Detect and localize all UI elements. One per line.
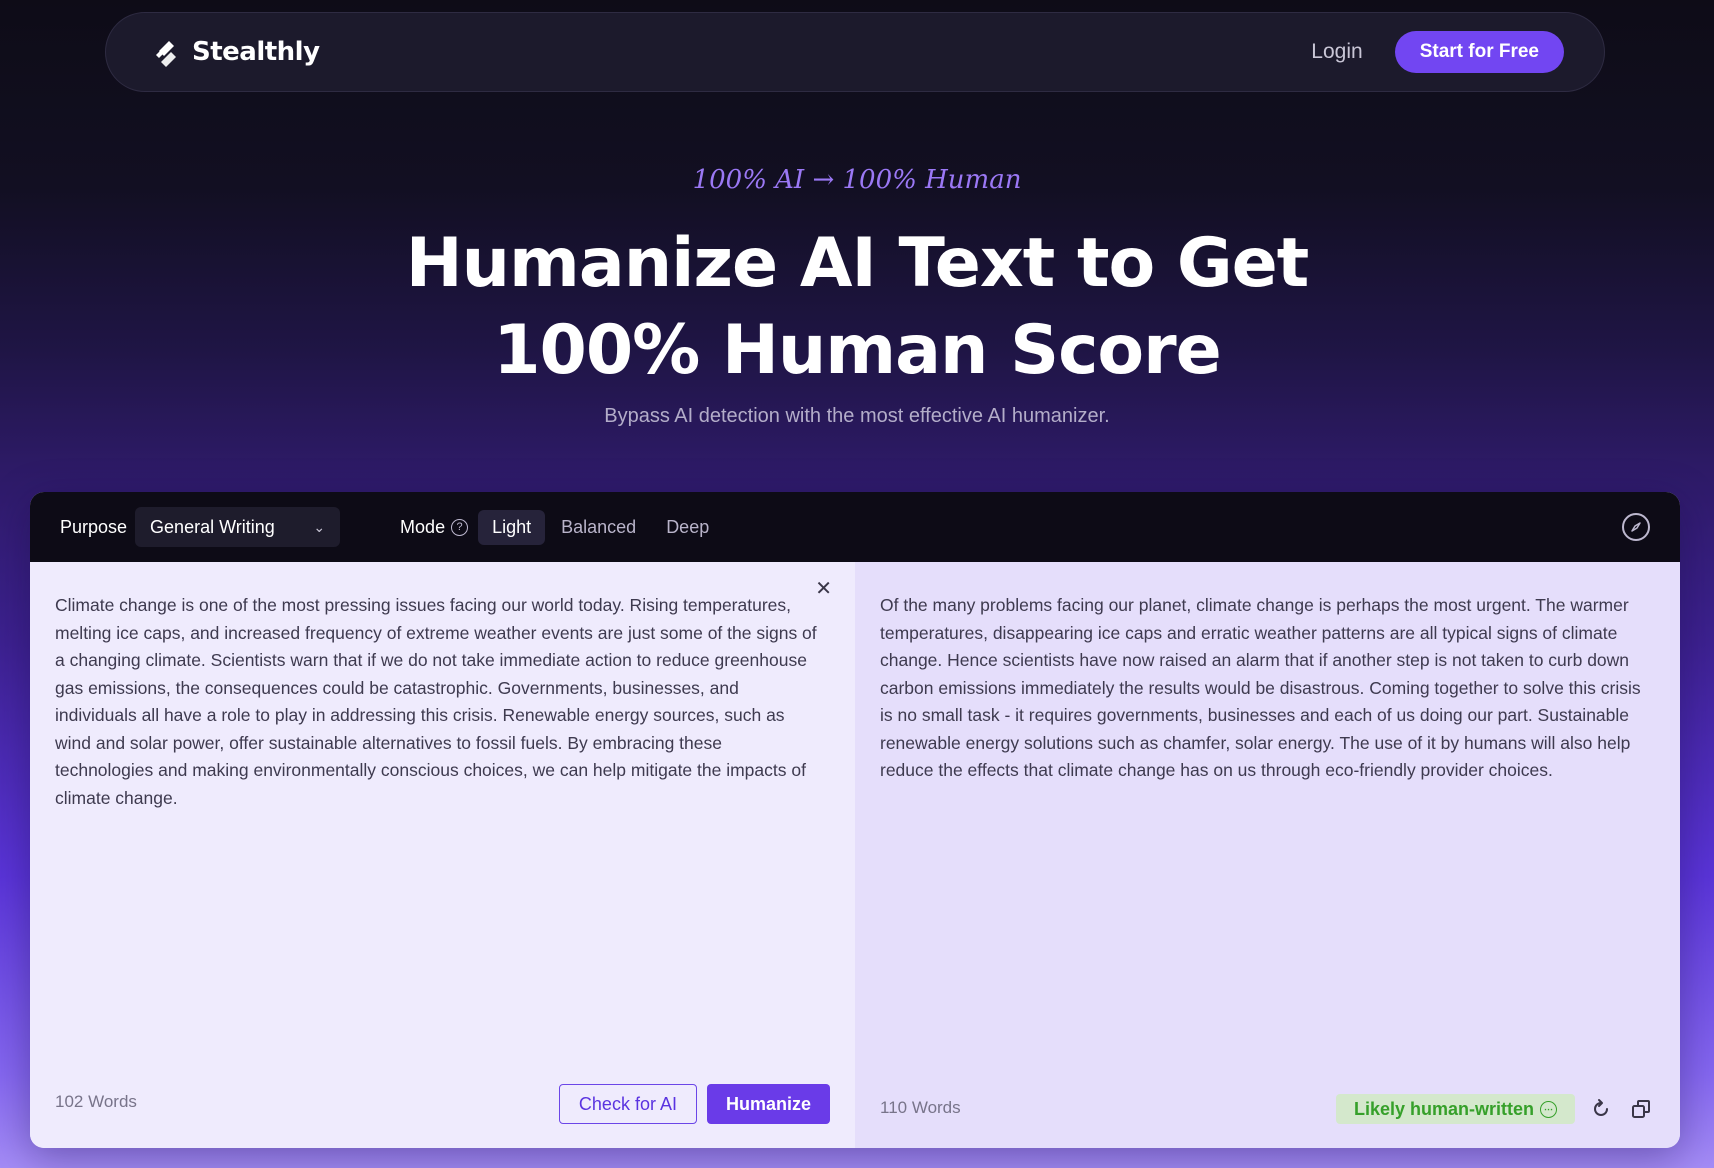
stealthly-logo-icon (156, 41, 176, 67)
close-icon[interactable]: ✕ (815, 576, 832, 601)
mode-label: Mode (400, 516, 446, 537)
output-pane: Of the many problems facing our planet, … (855, 562, 1680, 1148)
start-for-free-button[interactable]: Start for Free (1394, 31, 1564, 73)
mode-balanced-button[interactable]: Balanced (547, 510, 650, 545)
humanize-button[interactable]: Humanize (706, 1084, 830, 1124)
login-link[interactable]: Login (1311, 40, 1362, 64)
top-navbar: Stealthly Login Start for Free (105, 12, 1605, 92)
hero-subtitle: Bypass AI detection with the most effect… (604, 405, 1110, 427)
mode-group: Mode ? Light Balanced Deep (400, 509, 725, 545)
brand-logo[interactable]: Stealthly (150, 35, 320, 69)
input-actions: Check for AI Humanize (558, 1084, 830, 1124)
hero-title: Humanize AI Text to Get 100% Human Score (0, 220, 1714, 394)
input-word-count: 102 Words (55, 1092, 137, 1111)
mode-deep-button[interactable]: Deep (652, 510, 723, 545)
purpose-select[interactable]: General Writing ⌄ (135, 507, 341, 547)
text-panes: Climate change is one of the most pressi… (30, 562, 1680, 1148)
hero-eyebrow: 100% AI → 100% Human (692, 165, 1022, 195)
compass-icon[interactable] (1622, 513, 1650, 541)
purpose-label: Purpose (60, 516, 128, 537)
copy-icon[interactable] (1627, 1095, 1655, 1123)
humanizer-panel: Purpose General Writing ⌄ Mode ? Light B… (30, 492, 1680, 1148)
refresh-glyph-icon (1594, 1099, 1608, 1116)
input-textarea[interactable]: Climate change is one of the most pressi… (55, 592, 830, 812)
refresh-icon[interactable] (1587, 1095, 1615, 1123)
brand-name: Stealthly (192, 37, 320, 67)
help-icon[interactable]: ? (451, 518, 469, 536)
hero-title-line-2: 100% Human Score (493, 311, 1222, 390)
output-actions: Likely human-written ⋯ (1335, 1094, 1655, 1124)
options-toolbar: Purpose General Writing ⌄ Mode ? Light B… (30, 492, 1680, 562)
compass-needle-icon (1631, 522, 1641, 532)
mode-light-button[interactable]: Light (478, 509, 546, 545)
copy-glyph-icon (1632, 1100, 1650, 1118)
hero-title-line-1: Humanize AI Text to Get (405, 224, 1310, 303)
purpose-select-value: General Writing (150, 516, 275, 537)
check-for-ai-button[interactable]: Check for AI (558, 1084, 697, 1124)
output-word-count: 110 Words (880, 1098, 961, 1117)
status-text: Likely human-written (1353, 1098, 1534, 1119)
status-badge: Likely human-written ⋯ (1335, 1094, 1575, 1124)
more-dots-icon[interactable]: ⋯ (1540, 1100, 1557, 1118)
input-pane[interactable]: Climate change is one of the most pressi… (30, 562, 855, 1148)
output-text[interactable]: Of the many problems facing our planet, … (880, 592, 1655, 785)
chevron-down-icon: ⌄ (313, 518, 326, 535)
